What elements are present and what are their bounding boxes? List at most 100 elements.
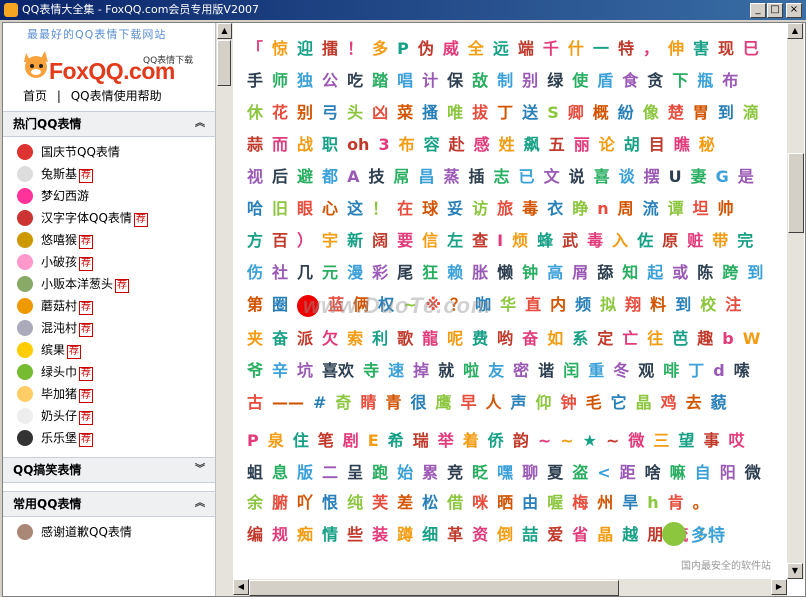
emoticon-glyph[interactable]: h (647, 493, 658, 512)
emoticon-glyph[interactable]: 使 (572, 67, 588, 91)
emoticon-glyph[interactable]: 呢 (447, 325, 463, 349)
emoticon-glyph[interactable]: 省 (572, 521, 588, 545)
emoticon-glyph[interactable]: 越 (622, 521, 638, 545)
emoticon-glyph[interactable]: 论 (599, 131, 615, 155)
emoticon-glyph[interactable]: ， (643, 35, 659, 59)
emoticon-glyph[interactable]: 圈 (272, 291, 288, 315)
emoticon-glyph[interactable]: 哎 (728, 427, 744, 451)
emoticon-glyph[interactable]: 布 (399, 131, 415, 155)
emoticon-glyph[interactable]: 翔 (625, 291, 641, 315)
emoticon-glyph[interactable]: 谐 (538, 357, 554, 381)
section-header-funny[interactable]: QQ搞笑表情 ︾ (3, 457, 215, 483)
emoticon-glyph[interactable]: 嘿 (497, 459, 513, 483)
emoticon-glyph[interactable]: 掉 (413, 357, 429, 381)
sidebar-scroll-thumb[interactable] (217, 40, 231, 86)
emoticon-glyph[interactable]: 住 (293, 427, 309, 451)
emoticon-glyph[interactable]: 望 (678, 427, 694, 451)
emoticon-glyph[interactable]: 笔 (318, 427, 334, 451)
emoticon-glyph[interactable]: 友 (488, 357, 504, 381)
emoticon-glyph[interactable]: 二 (322, 459, 338, 483)
emoticon-glyph[interactable]: 元 (322, 259, 338, 283)
emoticon-glyph[interactable]: 观 (638, 357, 654, 381)
emoticon-glyph[interactable]: 紛 (618, 99, 634, 123)
emoticon-glyph[interactable]: 奇 (335, 389, 351, 413)
emoticon-glyph[interactable]: 吃 (347, 67, 363, 91)
emoticon-glyph[interactable]: 这 (347, 195, 363, 219)
emoticon-glyph[interactable]: 秘 (699, 131, 715, 155)
emoticon-glyph[interactable]: 校 (700, 291, 716, 315)
emoticon-glyph[interactable]: 威 (443, 35, 459, 59)
emoticon-glyph[interactable]: E (368, 431, 379, 450)
emoticon-glyph[interactable]: 密 (513, 357, 529, 381)
emoticon-glyph[interactable]: 微 (745, 459, 761, 483)
emoticon-glyph[interactable]: 绿 (547, 67, 563, 91)
emoticon-glyph[interactable]: 害 (693, 35, 709, 59)
emoticon-glyph[interactable]: ~ (560, 431, 573, 450)
nav-home-link[interactable]: 首页 (23, 89, 47, 103)
emoticon-glyph[interactable]: 像 (643, 99, 659, 123)
emoticon-glyph[interactable]: 料 (650, 291, 666, 315)
emoticon-glyph[interactable]: 而 (272, 131, 288, 155)
emoticon-glyph[interactable]: 食 (622, 67, 638, 91)
emoticon-glyph[interactable]: 卿 (568, 99, 584, 123)
emoticon-glyph[interactable]: 蜂 (537, 227, 553, 251)
emoticon-glyph[interactable]: 漫 (347, 259, 363, 283)
emoticon-glyph[interactable]: 几 (297, 259, 313, 283)
emoticon-glyph[interactable]: P (247, 431, 259, 450)
emoticon-glyph[interactable]: 贪 (647, 67, 663, 91)
emoticon-glyph[interactable]: 青 (385, 389, 401, 413)
hot-item[interactable]: 绿头巾荐 (3, 361, 215, 383)
emoticon-glyph[interactable]: 说 (569, 163, 585, 187)
emoticon-glyph[interactable]: ★ (583, 431, 597, 450)
emoticon-glyph[interactable]: 赃 (687, 227, 703, 251)
minimize-button[interactable]: _ (750, 3, 766, 18)
emoticon-glyph[interactable]: 夹 (247, 325, 263, 349)
emoticon-glyph[interactable]: 送 (522, 99, 538, 123)
emoticon-glyph[interactable]: 自 (695, 459, 711, 483)
emoticon-glyph[interactable]: S (547, 103, 559, 122)
emoticon-glyph[interactable]: 在 (397, 195, 413, 219)
emoticon-glyph[interactable]: 瞧 (674, 131, 690, 155)
emoticon-glyph[interactable]: 概 (593, 99, 609, 123)
emoticon-glyph[interactable]: 全 (468, 35, 484, 59)
emoticon-glyph[interactable]: 始 (397, 459, 413, 483)
emoticon-glyph[interactable]: 累 (422, 459, 438, 483)
emoticon-glyph[interactable]: G (716, 167, 729, 186)
horizontal-scroll-thumb[interactable] (249, 580, 619, 596)
emoticon-glyph[interactable]: 余 (247, 489, 263, 513)
emoticon-glyph[interactable]: 菜 (397, 99, 413, 123)
emoticon-glyph[interactable]: 赴 (449, 131, 465, 155)
emoticon-glyph[interactable]: 衣 (547, 195, 563, 219)
emoticon-glyph[interactable]: 都 (322, 163, 338, 187)
emoticon-glyph[interactable]: 战 (297, 131, 313, 155)
emoticon-glyph[interactable]: 尾 (397, 259, 413, 283)
emoticon-glyph[interactable]: 仰 (536, 389, 552, 413)
emoticon-glyph[interactable]: 蒜 (247, 131, 263, 155)
emoticon-glyph[interactable]: 盗 (572, 459, 588, 483)
emoticon-glyph[interactable]: 钟 (561, 389, 577, 413)
emoticon-glyph[interactable]: 早 (461, 389, 477, 413)
emoticon-glyph[interactable]: 费 (472, 325, 488, 349)
emoticon-glyph[interactable]: 踏 (372, 67, 388, 91)
emoticon-glyph[interactable]: 迎 (297, 35, 313, 59)
emoticon-glyph[interactable]: 头 (347, 99, 363, 123)
emoticon-glyph[interactable]: 人 (486, 389, 502, 413)
emoticon-glyph[interactable]: 高 (547, 259, 563, 283)
emoticon-glyph[interactable]: 痴 (297, 521, 313, 545)
emoticon-glyph[interactable]: 坑 (297, 357, 313, 381)
emoticon-glyph[interactable]: 公 (322, 67, 338, 91)
emoticon-glyph[interactable]: 原 (662, 227, 678, 251)
emoticon-glyph[interactable]: 「 (247, 35, 263, 59)
sidebar-scrollbar[interactable]: ▲ (215, 23, 233, 596)
emoticon-glyph[interactable]: 拔 (472, 99, 488, 123)
emoticon-glyph[interactable]: 伸 (668, 35, 684, 59)
emoticon-glyph[interactable]: 往 (647, 325, 663, 349)
emoticon-glyph[interactable]: 定 (597, 325, 613, 349)
hot-item[interactable]: 小贩本洋葱头荐 (3, 273, 215, 295)
emoticon-glyph[interactable]: 百 (272, 227, 288, 251)
emoticon-glyph[interactable]: 阔 (372, 227, 388, 251)
emoticon-glyph[interactable]: 方 (247, 227, 263, 251)
emoticon-glyph[interactable]: 查 (472, 227, 488, 251)
emoticon-glyph[interactable]: 距 (620, 459, 636, 483)
emoticon-glyph[interactable]: 欠 (322, 325, 338, 349)
